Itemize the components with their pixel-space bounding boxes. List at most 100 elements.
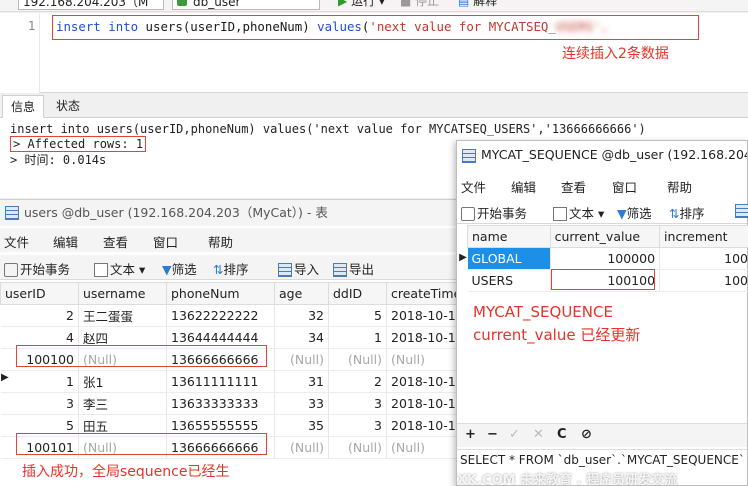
cell-userid[interactable]: 1 [0, 370, 79, 393]
column-header[interactable]: name [467, 225, 551, 248]
table-row[interactable]: 2 王二蛋蛋 13622222222 32 5 2018-10-10 [0, 304, 461, 327]
cell-age[interactable]: 34 [274, 326, 329, 349]
cell-age[interactable]: (Null) [274, 436, 329, 459]
text-view-button[interactable]: 文本 ▾ [94, 259, 145, 278]
sequence-table-window: MYCAT_SEQUENCE @db_user (192.168.204.20 … [456, 140, 748, 486]
menu-edit[interactable]: 编辑 [53, 232, 78, 251]
cell-phonenum[interactable]: 13622222222 [166, 304, 275, 327]
filter-button[interactable]: ▼筛选 [162, 259, 197, 278]
cell-ddid[interactable]: 2 [328, 370, 387, 393]
users-annotation: 插入成功，全局sequence已经生 [22, 464, 230, 480]
cell-age[interactable]: 33 [274, 392, 329, 415]
cell-createtime[interactable]: 2018-10-10 [386, 414, 461, 437]
cell-createtime[interactable]: 2018-10-10 [386, 326, 461, 349]
cell-userid[interactable]: 3 [0, 392, 79, 415]
cell-increment[interactable]: 100 [659, 247, 748, 270]
stop-icon[interactable]: ⊘ [581, 427, 592, 442]
menu-file[interactable]: 文件 [461, 177, 486, 196]
table-row[interactable]: 1 张1 13611111111 31 2 2018-10-10 [0, 370, 461, 393]
sql-string: 'next value for MYCATSEQ_ [369, 19, 556, 34]
cell-increment[interactable]: 100 [659, 269, 748, 292]
users-table-window: users @db_user (192.168.204.203（MyCat）) … [0, 199, 461, 486]
sort-button[interactable]: ⇅排序 [669, 203, 705, 222]
cell-ddid[interactable]: 5 [328, 304, 387, 327]
menu-file[interactable]: 文件 [4, 232, 29, 251]
import-label: 导入 [294, 262, 320, 277]
cell-current-value[interactable]: 100000 [550, 247, 661, 270]
sql-statement[interactable]: insert into users(userID,phoneNum) value… [52, 15, 699, 40]
explain-button[interactable]: ▤ 解释 [458, 0, 497, 10]
document-icon [94, 263, 108, 277]
stop-button-label: 停止 [415, 0, 440, 8]
column-header[interactable]: age [274, 282, 329, 305]
menu-help[interactable]: 帮助 [208, 232, 233, 251]
menu-view[interactable]: 查看 [561, 177, 586, 196]
discard-icon[interactable]: ✕ [533, 427, 544, 442]
chevron-down-icon: ▾ [598, 206, 605, 221]
filter-label: 筛选 [171, 262, 197, 277]
text-view-button[interactable]: 文本 ▾ [553, 203, 604, 222]
column-header[interactable]: ddID [328, 282, 387, 305]
cell-phonenum[interactable]: 13633333333 [166, 392, 275, 415]
run-button[interactable]: ▶ 运行 ▾ [338, 0, 385, 10]
export-button[interactable]: 导出 [333, 259, 374, 278]
cell-ddid[interactable]: 3 [328, 392, 387, 415]
database-select[interactable]: db_user [172, 0, 320, 10]
cell-ddid[interactable]: 1 [328, 326, 387, 349]
column-header[interactable]: createTime [386, 282, 461, 305]
column-header[interactable]: current_value [549, 225, 661, 248]
delete-record-icon[interactable]: − [487, 427, 498, 442]
cell-createtime[interactable]: 2018-10-10 [386, 392, 461, 415]
table-row[interactable]: GLOBAL 100000 100 [467, 247, 748, 270]
cell-age[interactable]: 32 [274, 304, 329, 327]
cell-name[interactable]: USERS [467, 269, 551, 292]
cell-ddid[interactable]: 3 [328, 414, 387, 437]
menu-window[interactable]: 窗口 [153, 232, 178, 251]
begin-transaction-button[interactable]: 开始事务 [461, 203, 527, 222]
cell-age[interactable]: (Null) [274, 348, 329, 371]
cell-createtime[interactable]: (Null) [386, 436, 461, 459]
cell-ddid[interactable]: (Null) [328, 348, 387, 371]
cell-name[interactable]: GLOBAL [467, 247, 551, 270]
chevron-down-icon: ▾ [139, 262, 146, 277]
cell-username[interactable]: 王二蛋蛋 [78, 304, 167, 327]
cell-userid[interactable]: 2 [0, 304, 79, 327]
seq-window-title: MYCAT_SEQUENCE @db_user (192.168.204.20 [457, 141, 747, 171]
result-tabs: 信息 状态 [0, 95, 748, 118]
cell-username[interactable]: 李三 [78, 392, 167, 415]
tab-status[interactable]: 状态 [48, 95, 88, 118]
cell-ddid[interactable]: (Null) [328, 436, 387, 459]
connection-select[interactable]: 192.168.204.203（M [18, 0, 164, 10]
column-header[interactable]: username [78, 282, 167, 305]
table-icon [462, 149, 476, 163]
menu-view[interactable]: 查看 [103, 232, 128, 251]
stop-button[interactable]: ■ 停止 [400, 0, 439, 10]
menu-help[interactable]: 帮助 [667, 177, 692, 196]
table-row[interactable]: 3 李三 13633333333 33 3 2018-10-10 [0, 392, 461, 415]
column-header[interactable]: phoneNum [166, 282, 275, 305]
import-button[interactable]: 导入 [278, 259, 319, 278]
sql-editor[interactable]: 1 insert into users(userID,phoneNum) val… [0, 13, 748, 93]
add-record-icon[interactable]: + [465, 427, 476, 442]
cell-username[interactable]: 张1 [78, 370, 167, 393]
cell-phonenum[interactable]: 13611111111 [166, 370, 275, 393]
apply-icon[interactable]: ✓ [509, 427, 520, 442]
sort-button[interactable]: ⇅排序 [213, 259, 249, 278]
tab-info[interactable]: 信息 [2, 95, 45, 118]
filter-button[interactable]: ▼筛选 [617, 203, 652, 222]
cell-createtime[interactable]: 2018-10-10 [386, 304, 461, 327]
menu-edit[interactable]: 编辑 [511, 177, 536, 196]
column-header[interactable]: userID [0, 282, 79, 305]
cell-createtime[interactable]: 2018-10-10 [386, 370, 461, 393]
column-header[interactable]: increment [659, 225, 748, 248]
begin-transaction-button[interactable]: 开始事务 [4, 259, 70, 278]
cell-age[interactable]: 31 [274, 370, 329, 393]
seq-header-row: name current_value increment [467, 225, 748, 248]
cell-createtime[interactable]: (Null) [386, 348, 461, 371]
cell-age[interactable]: 35 [274, 414, 329, 437]
refresh-icon[interactable]: C [557, 427, 567, 442]
seq-annotation-line2: current_value 已经更新 [473, 326, 641, 344]
menu-window[interactable]: 窗口 [612, 177, 637, 196]
begin-transaction-label: 开始事务 [477, 206, 528, 221]
import-button[interactable] [735, 203, 748, 218]
